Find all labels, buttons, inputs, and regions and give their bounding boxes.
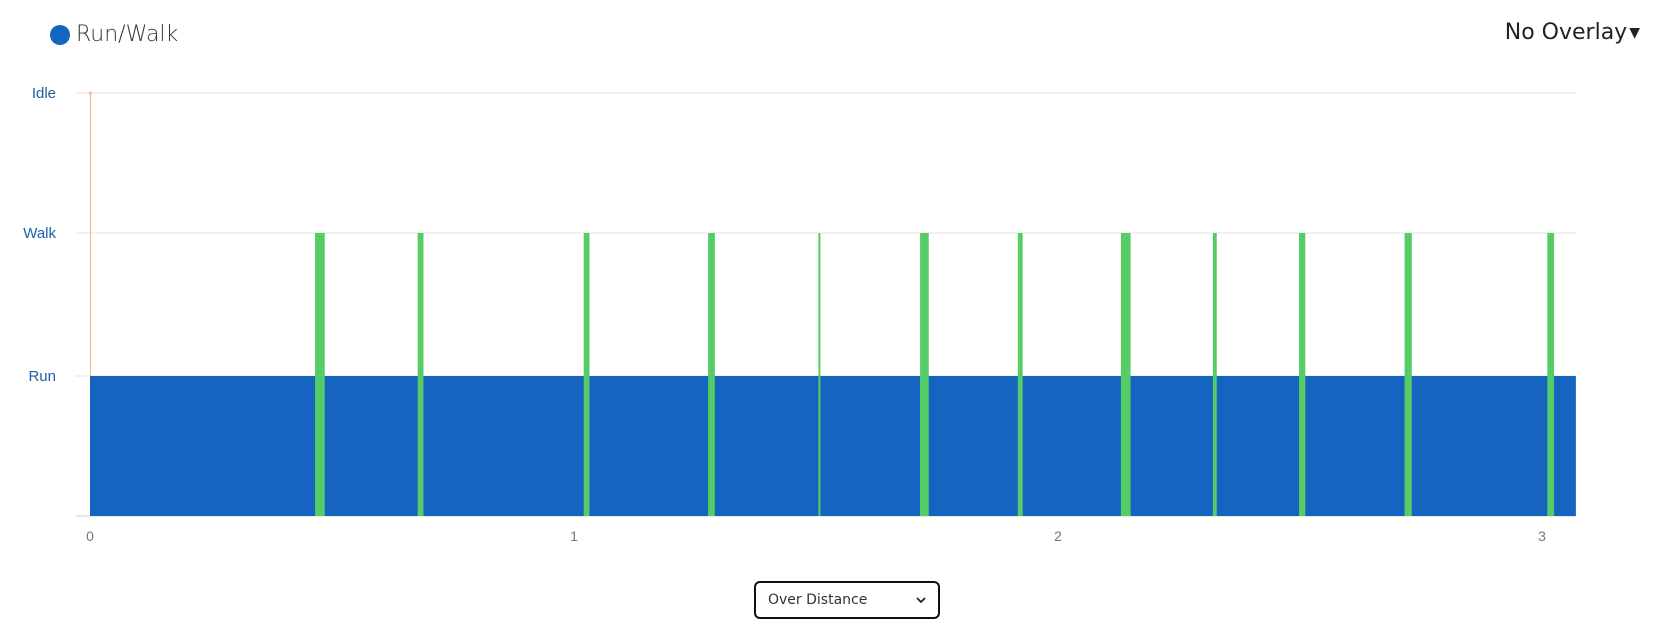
walk-segment [1547,233,1555,516]
y-tick-label: Idle [32,85,56,102]
run-area [90,376,1576,516]
y-tick-label: Run [28,368,56,385]
walk-segment [1299,233,1306,516]
walk-segment [818,233,821,516]
walk-segment [708,233,715,516]
x-axis-ticks: 0 1 2 3 [86,528,1546,544]
idle-marker-point [89,91,92,95]
walk-segment [1017,233,1023,516]
x-tick-label: 0 [86,528,94,544]
run-walk-chart: Idle Walk Run 0 1 2 3 [23,85,1576,544]
walk-segment [417,233,424,516]
chevron-down-icon [916,597,926,604]
walk-segment [1404,233,1412,516]
x-tick-label: 1 [570,528,578,544]
run-area-group [90,376,1576,516]
walk-segment [920,233,929,516]
y-axis-ticks: Idle Walk Run [23,85,56,385]
walk-segment [1212,233,1217,516]
x-tick-label: 2 [1054,528,1062,544]
mode-select-value: Over Distance [768,592,868,608]
mode-select[interactable]: Over Distance [754,581,940,619]
walk-segment [583,233,590,516]
x-tick-label: 3 [1538,528,1546,544]
walk-segment [315,233,325,516]
idle-marker-group [89,91,92,376]
walk-segment [1120,233,1131,516]
y-tick-label: Walk [23,225,56,242]
